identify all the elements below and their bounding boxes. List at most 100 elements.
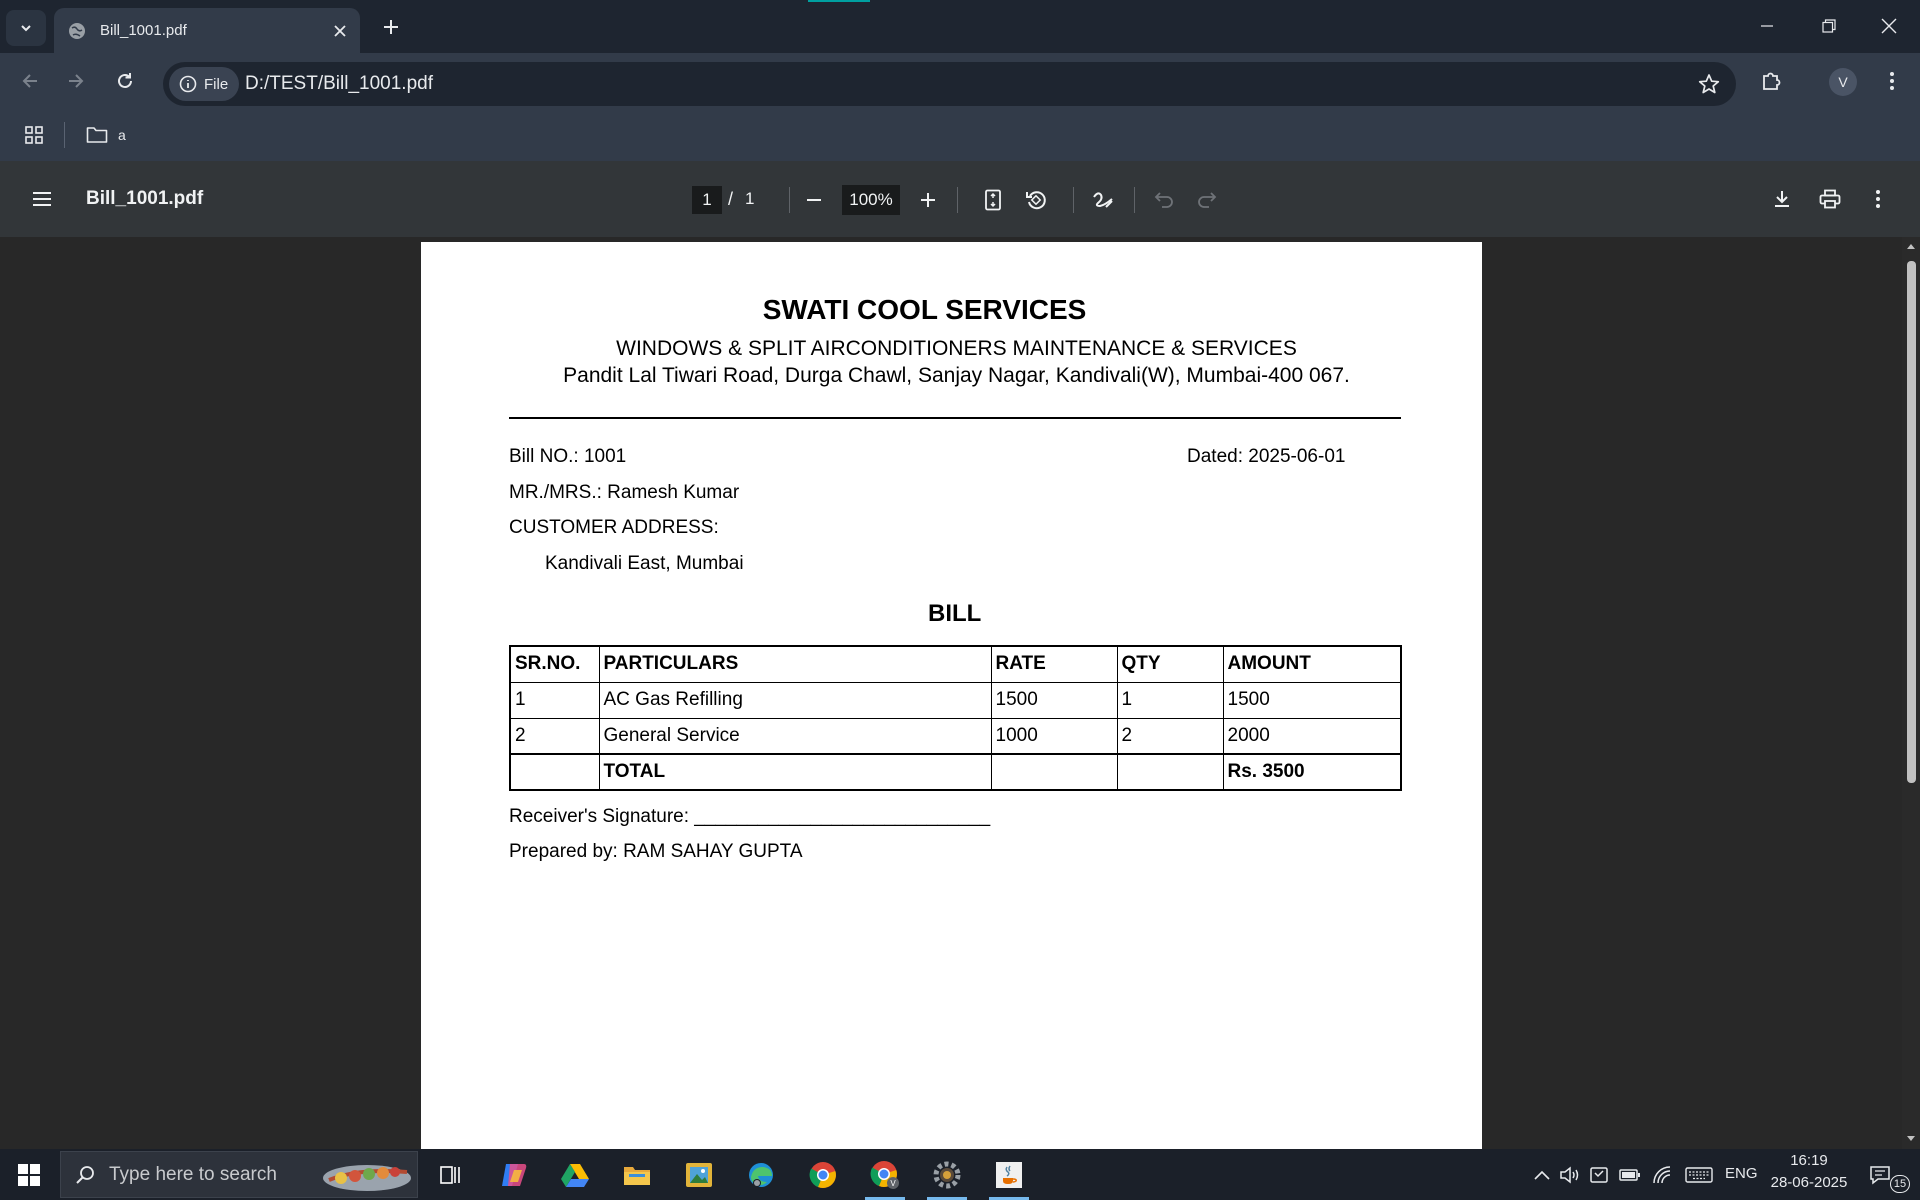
notifications-button[interactable] (1868, 1163, 1892, 1187)
google-drive-icon (561, 1163, 589, 1187)
bookmarks-bar: a (0, 109, 1920, 161)
company-address: Pandit Lal Tiwari Road, Durga Chawl, San… (563, 364, 1350, 387)
search-icon (76, 1165, 94, 1184)
customer-address-label: CUSTOMER ADDRESS: (509, 517, 719, 538)
zoom-level-input[interactable]: 100% (842, 185, 900, 215)
print-button[interactable] (1812, 181, 1848, 217)
zoom-in-button[interactable] (910, 182, 946, 218)
minimize-button[interactable] (1736, 0, 1798, 52)
notification-count-badge: 15 (1890, 1175, 1910, 1193)
tray-overflow-button[interactable] (1530, 1163, 1554, 1187)
clock-date[interactable]: 28-06-2025 (1764, 1174, 1854, 1191)
input-language[interactable]: ENG (1725, 1165, 1758, 1182)
rotate-button[interactable] (1018, 182, 1054, 218)
plus-icon (921, 193, 935, 207)
zoom-out-button[interactable] (796, 182, 832, 218)
network-button[interactable] (1650, 1163, 1674, 1187)
table-cell: General Service (598, 717, 992, 755)
close-window-button[interactable] (1858, 0, 1920, 52)
star-icon (1698, 74, 1720, 94)
scrollbar-thumb[interactable] (1907, 261, 1916, 783)
image-viewer-icon (686, 1162, 712, 1187)
undo-button[interactable] (1146, 182, 1182, 218)
undo-icon (1154, 192, 1173, 208)
total-amount: Rs. 3500 (1222, 753, 1402, 791)
taskbar-google-drive[interactable] (547, 1149, 603, 1200)
tab-search-button[interactable] (6, 10, 46, 46)
task-view-icon (440, 1165, 460, 1184)
extensions-button[interactable] (1753, 63, 1789, 99)
table-cell (509, 753, 600, 791)
touch-keyboard-button[interactable] (1684, 1163, 1714, 1187)
download-button[interactable] (1764, 181, 1800, 217)
taskbar-java-app[interactable] (981, 1149, 1037, 1200)
fit-page-icon (985, 189, 1001, 211)
column-header: SR.NO. (509, 645, 600, 683)
window-accent (808, 0, 870, 2)
start-button[interactable] (0, 1149, 58, 1200)
globe-icon (69, 22, 85, 39)
site-info-chip[interactable]: File (169, 67, 239, 101)
svg-text:V: V (890, 1179, 896, 1188)
bill-heading: BILL (928, 600, 982, 627)
taskbar-settings-app[interactable] (919, 1149, 975, 1200)
prepared-by: Prepared by: RAM SAHAY GUPTA (509, 841, 803, 862)
taskbar-search[interactable]: Type here to search (60, 1151, 418, 1198)
reload-button[interactable] (107, 63, 143, 99)
draw-button[interactable] (1085, 182, 1121, 218)
table-cell: 1000 (990, 717, 1118, 755)
rotate-icon (1026, 191, 1046, 210)
close-icon (1881, 18, 1897, 34)
tab-close-button[interactable] (326, 17, 354, 45)
wifi-icon (1653, 1166, 1671, 1184)
taskbar-copilot[interactable] (486, 1149, 542, 1200)
folder-icon (624, 1166, 650, 1185)
search-highlight-icon (323, 1165, 411, 1191)
task-view-button[interactable] (422, 1149, 478, 1200)
table-cell: 2 (1116, 717, 1224, 755)
windows-logo-icon (18, 1163, 40, 1186)
bookmark-separator (64, 122, 65, 148)
pdf-sidebar-toggle[interactable] (24, 181, 60, 217)
redo-button[interactable] (1189, 182, 1225, 218)
url-text[interactable]: D:/TEST/Bill_1001.pdf (245, 73, 433, 95)
column-header: AMOUNT (1222, 645, 1402, 683)
address-bar[interactable]: File D:/TEST/Bill_1001.pdf (163, 62, 1736, 106)
meet-now-button[interactable] (1588, 1163, 1612, 1187)
back-button[interactable] (12, 63, 48, 99)
close-icon (334, 24, 346, 37)
browser-tab[interactable]: Bill_1001.pdf (54, 8, 360, 53)
volume-button[interactable] (1558, 1163, 1582, 1187)
taskbar-edge-browser[interactable] (733, 1149, 789, 1200)
apps-grid-icon (25, 126, 43, 144)
edge-browser-icon (749, 1162, 773, 1187)
chrome-icon: V (870, 1160, 899, 1189)
restore-button[interactable] (1798, 0, 1860, 52)
clock-time[interactable]: 16:19 (1774, 1152, 1844, 1169)
tab-strip: Bill_1001.pdf (0, 0, 1920, 53)
plus-icon (384, 20, 398, 34)
toolbar-divider (1134, 187, 1135, 213)
customer-address: Kandivali East, Mumbai (545, 553, 744, 574)
forward-button[interactable] (58, 63, 94, 99)
taskbar-chrome[interactable] (795, 1149, 851, 1200)
battery-button[interactable] (1618, 1163, 1642, 1187)
bookmark-star-button[interactable] (1694, 69, 1724, 99)
pdf-page: SWATI COOL SERVICES WINDOWS & SPLIT AIRC… (421, 242, 1482, 1149)
profile-avatar[interactable]: V (1829, 68, 1857, 96)
apps-button[interactable] (16, 117, 52, 153)
taskbar-photos-app[interactable] (671, 1149, 727, 1200)
browser-menu-button[interactable] (1874, 63, 1910, 99)
new-tab-button[interactable] (373, 12, 409, 42)
pdf-toolbar: Bill_1001.pdf 1 / 1 100% (0, 161, 1920, 237)
table-cell: AC Gas Refilling (598, 681, 992, 719)
bookmark-folder[interactable]: a (86, 121, 126, 149)
taskbar-file-explorer[interactable] (609, 1149, 665, 1200)
taskbar: Type here to search V ENG 16:19 28-06-20… (0, 1149, 1920, 1200)
taskbar-chrome-profile[interactable]: V (857, 1149, 913, 1200)
notification-icon (1870, 1166, 1890, 1185)
viewer-scrollbar[interactable] (1902, 237, 1920, 1149)
fit-to-page-button[interactable] (975, 182, 1011, 218)
pdf-more-button[interactable] (1860, 181, 1896, 217)
page-number-input[interactable]: 1 (692, 186, 722, 214)
